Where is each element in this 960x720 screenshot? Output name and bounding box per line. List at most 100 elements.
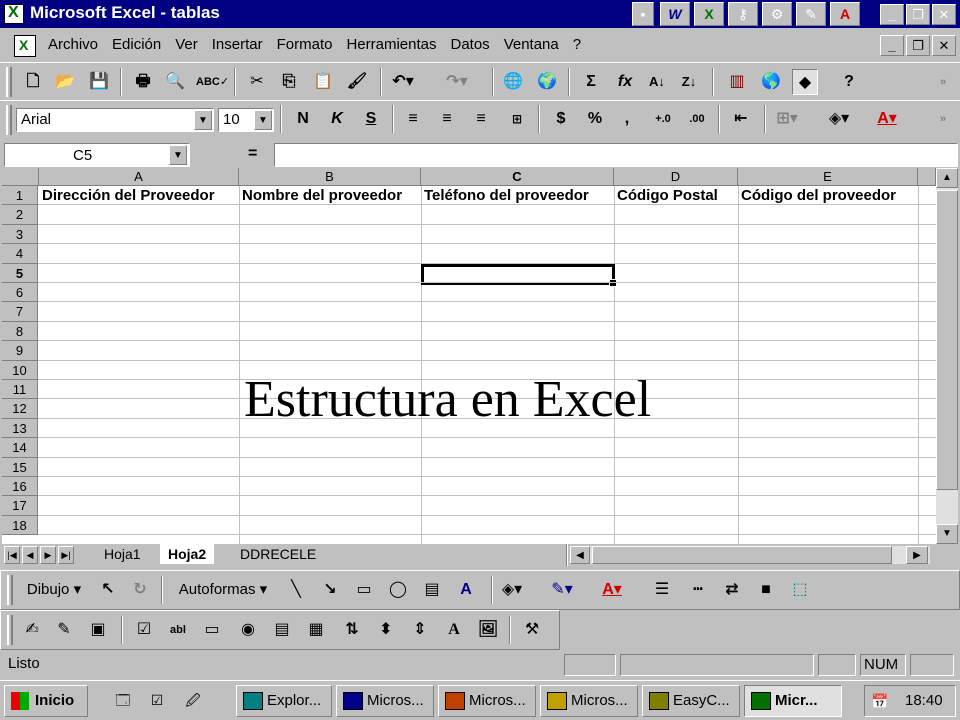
line-style-icon[interactable]: ☰ (649, 577, 675, 603)
textbox-icon[interactable]: ▤ (419, 577, 445, 603)
task-word[interactable]: Micros... (336, 685, 434, 717)
task-excel-active[interactable]: Micr... (744, 685, 842, 717)
paste-icon[interactable]: 📋 (310, 69, 336, 95)
row-header[interactable]: 8 (2, 321, 38, 342)
task-powerpoint[interactable]: Micros... (438, 685, 536, 717)
rotate-icon[interactable]: ↻ (127, 577, 153, 603)
menu-ventana[interactable]: Ventana (504, 36, 559, 53)
horizontal-scroll-thumb[interactable] (592, 546, 892, 564)
minimize-button[interactable]: _ (880, 4, 904, 25)
row-header[interactable]: 4 (2, 244, 38, 264)
row-header[interactable]: 16 (2, 477, 38, 497)
equals-button[interactable]: = (248, 145, 257, 163)
save-icon[interactable]: 💾 (86, 69, 112, 95)
wordart-icon[interactable]: A (453, 577, 479, 603)
properties-icon[interactable]: ⚒ (519, 617, 545, 643)
sheet-tab-hoja1[interactable]: Hoja1 (96, 544, 149, 564)
button-control-icon[interactable]: ▭ (199, 617, 225, 643)
last-sheet-icon[interactable]: ▶| (58, 546, 74, 564)
row-header[interactable]: 3 (2, 224, 38, 245)
first-sheet-icon[interactable]: |◀ (4, 546, 20, 564)
row-header[interactable]: 1 (2, 186, 38, 206)
column-header-f[interactable] (918, 168, 936, 186)
spreadsheet-grid[interactable]: A B C D E Dirección del Proveedor Nombre… (2, 168, 936, 544)
select-all-corner[interactable] (2, 168, 39, 186)
cell-c1[interactable]: Teléfono del proveedor (421, 186, 614, 206)
doc-minimize-button[interactable]: _ (880, 35, 904, 56)
column-header-d[interactable]: D (614, 168, 738, 186)
copy-icon[interactable]: ⎘ (276, 69, 302, 95)
close-button[interactable]: ✕ (932, 4, 956, 25)
row-header[interactable]: 6 (2, 283, 38, 303)
toolbar-grip[interactable] (6, 67, 12, 97)
formula-input[interactable] (274, 143, 958, 167)
column-header-b[interactable]: B (239, 168, 421, 186)
group-box-icon[interactable]: ▣ (85, 617, 111, 643)
row-header[interactable]: 14 (2, 438, 38, 458)
toolbar-grip[interactable] (7, 615, 13, 645)
word-quick-icon[interactable]: W (660, 2, 690, 26)
image-icon[interactable]: 🖼 (475, 617, 501, 643)
scheduler-icon[interactable]: 📅 (869, 690, 891, 712)
spin-icon[interactable]: ⇕ (407, 617, 433, 643)
chevron-down-icon[interactable]: ▼ (194, 110, 212, 130)
edit-box-icon[interactable]: ✎ (51, 617, 77, 643)
select-objects-icon[interactable]: ↖ (95, 577, 121, 603)
menu-edicion[interactable]: Edición (112, 36, 161, 53)
chevron-down-icon[interactable]: ▼ (169, 145, 187, 165)
more-buttons-icon[interactable]: » (930, 69, 956, 95)
doc-close-button[interactable]: ✕ (932, 35, 956, 56)
check-quick-icon[interactable]: ☑ (146, 689, 168, 711)
row-header[interactable]: 12 (2, 399, 38, 419)
cell-d1[interactable]: Código Postal (614, 186, 738, 206)
row-header[interactable]: 13 (2, 418, 38, 439)
draw-menu-button[interactable]: Dibujo ▾ (19, 577, 89, 603)
new-icon[interactable]: 🗋 (20, 69, 46, 95)
undo-icon[interactable]: ↶▾ (390, 69, 416, 95)
autosum-icon[interactable]: Σ (578, 69, 604, 95)
excel-quick-icon[interactable]: X (694, 2, 724, 26)
row-header[interactable]: 5 (2, 263, 38, 283)
menu-archivo[interactable]: Archivo (48, 36, 98, 53)
cell-a1[interactable]: Dirección del Proveedor (39, 186, 239, 206)
cut-icon[interactable]: ✂ (244, 69, 270, 95)
autoshapes-menu-button[interactable]: Autoformas ▾ (169, 577, 277, 603)
doc-restore-button[interactable]: ❐ (906, 35, 930, 56)
column-header-a[interactable]: A (39, 168, 239, 186)
toolbar-grip[interactable] (7, 575, 13, 605)
list-box-icon[interactable]: ▤ (269, 617, 295, 643)
scroll-right-icon[interactable]: ▶ (906, 546, 928, 564)
line-color-icon[interactable]: ✎▾ (549, 577, 575, 603)
spinner-icon[interactable]: ⬍ (373, 617, 399, 643)
vertical-scroll-thumb[interactable] (936, 190, 958, 490)
chevron-down-icon[interactable]: ▼ (254, 110, 272, 130)
row-header[interactable]: 7 (2, 302, 38, 322)
horizontal-scrollbar[interactable]: ◀ ▶ (570, 546, 930, 564)
name-box[interactable]: C5 ▼ (4, 143, 190, 167)
line-icon[interactable]: ╲ (283, 577, 309, 603)
column-header-e[interactable]: E (738, 168, 918, 186)
arrow-icon[interactable]: ↘ (317, 577, 343, 603)
text-icon[interactable]: A (441, 617, 467, 643)
preview-icon[interactable]: 🔍 (162, 69, 188, 95)
option-button-icon[interactable]: ◉ (235, 617, 261, 643)
menu-formato[interactable]: Formato (277, 36, 333, 53)
prev-sheet-icon[interactable]: ◀ (22, 546, 38, 564)
chart-icon[interactable]: ▥ (724, 69, 750, 95)
hyperlink-icon[interactable]: 🌐 (500, 69, 526, 95)
explorer-quick-icon[interactable]: 🗔 (112, 689, 134, 711)
print-icon[interactable]: 🖶 (130, 69, 156, 95)
scroll-down-icon[interactable]: ▼ (936, 524, 958, 544)
fill-color-icon[interactable]: ◈▾ (499, 577, 525, 603)
sheet-tab-hoja2[interactable]: Hoja2 (160, 544, 215, 564)
row-header[interactable]: 10 (2, 360, 38, 380)
edit-quick-icon[interactable]: ✎ (796, 2, 826, 26)
document-icon[interactable] (14, 35, 36, 57)
format-painter-icon[interactable]: 🖌 (344, 69, 370, 95)
row-header[interactable]: 15 (2, 457, 38, 477)
cell-e1[interactable]: Código del proveedor (738, 186, 918, 206)
menu-insertar[interactable]: Insertar (212, 36, 263, 53)
row-header[interactable]: 11 (2, 380, 38, 400)
menu-ver[interactable]: Ver (175, 36, 198, 53)
row-header[interactable]: 18 (2, 515, 38, 536)
